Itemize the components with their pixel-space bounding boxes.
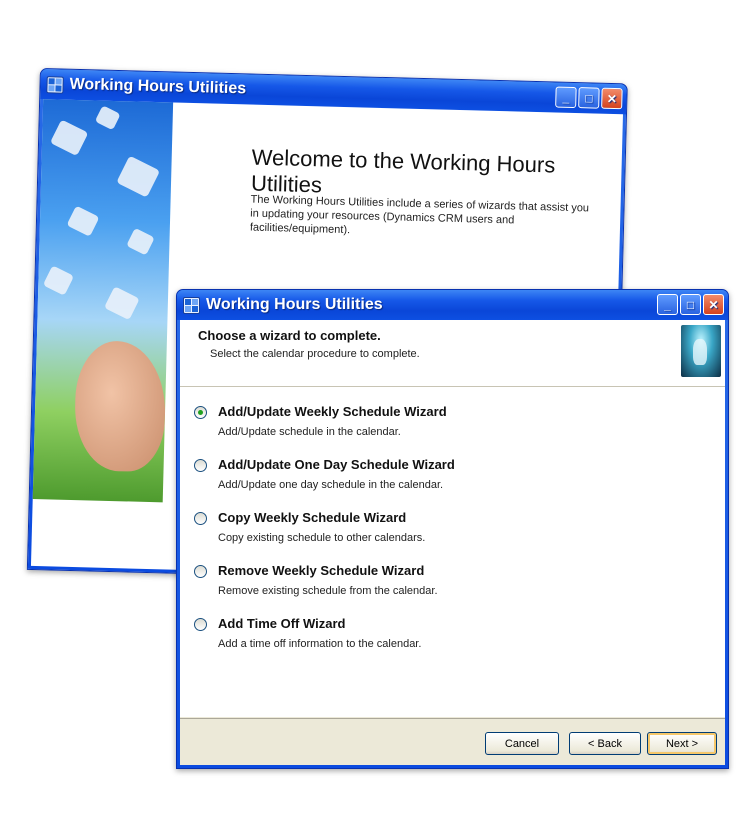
wizard-client: Choose a wizard to complete. Select the …	[180, 320, 725, 765]
wizard-options: Add/Update Weekly Schedule Wizard Add/Up…	[180, 387, 725, 717]
option-description: Copy existing schedule to other calendar…	[218, 532, 426, 544]
minimize-icon[interactable]: _	[555, 86, 577, 109]
wizard-window: Working Hours Utilities _ □ ✕ Choose a w…	[176, 289, 729, 769]
welcome-description: The Working Hours Utilities include a se…	[249, 193, 590, 237]
option-label[interactable]: Add/Update One Day Schedule Wizard	[218, 457, 455, 472]
back-button[interactable]: < Back	[569, 732, 641, 755]
close-icon[interactable]: ✕	[703, 294, 724, 315]
option-description: Remove existing schedule from the calend…	[218, 585, 438, 597]
wizard-header: Choose a wizard to complete. Select the …	[180, 320, 725, 387]
wizard-header-title: Choose a wizard to complete.	[198, 328, 381, 343]
welcome-window-title: Working Hours Utilities	[69, 75, 247, 98]
radio-button[interactable]	[194, 618, 207, 631]
wizard-header-subtitle: Select the calendar procedure to complet…	[210, 348, 420, 360]
radio-button[interactable]	[194, 565, 207, 578]
wizard-titlebar[interactable]: Working Hours Utilities _ □ ✕	[177, 290, 728, 320]
minimize-icon[interactable]: _	[657, 294, 678, 315]
close-icon[interactable]: ✕	[601, 87, 623, 110]
option-label[interactable]: Add Time Off Wizard	[218, 616, 345, 631]
option-label[interactable]: Remove Weekly Schedule Wizard	[218, 563, 424, 578]
option-description: Add/Update schedule in the calendar.	[218, 426, 401, 438]
option-label[interactable]: Copy Weekly Schedule Wizard	[218, 510, 406, 525]
app-grid-icon	[183, 296, 200, 314]
radio-button[interactable]	[194, 512, 207, 525]
option-description: Add/Update one day schedule in the calen…	[218, 479, 444, 491]
app-grid-icon	[46, 75, 64, 94]
footer-divider	[180, 718, 725, 719]
option-label[interactable]: Add/Update Weekly Schedule Wizard	[218, 404, 447, 419]
maximize-icon[interactable]: □	[680, 294, 701, 315]
radio-button-selected[interactable]	[194, 406, 207, 419]
next-button[interactable]: Next >	[647, 732, 717, 755]
wizard-window-title: Working Hours Utilities	[206, 296, 383, 313]
maximize-icon[interactable]: □	[578, 87, 600, 109]
option-description: Add a time off information to the calend…	[218, 638, 422, 650]
cancel-button[interactable]: Cancel	[485, 732, 559, 755]
radio-button[interactable]	[194, 459, 207, 472]
wizard-header-image	[681, 325, 721, 377]
puzzle-hand-image	[32, 99, 174, 503]
